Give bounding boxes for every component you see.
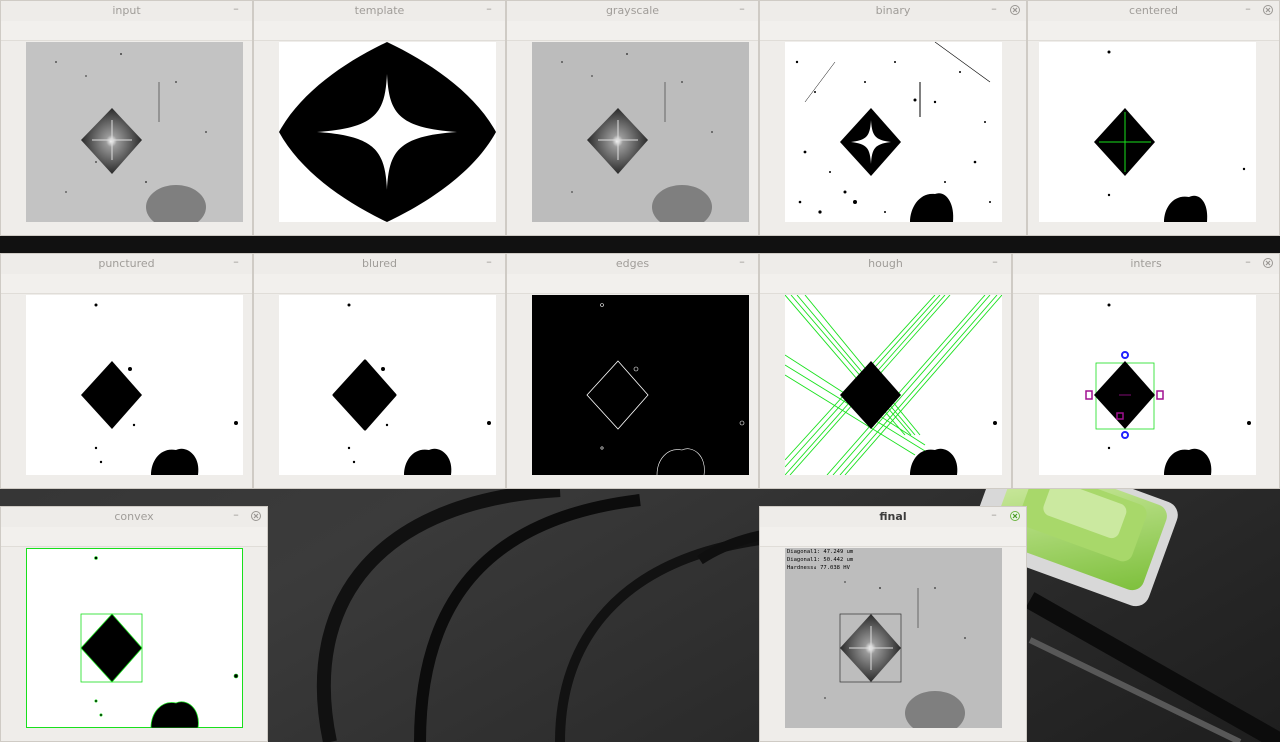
window-punctured[interactable]: punctured –	[0, 253, 253, 489]
window-toolbar	[1, 274, 252, 294]
window-titlebar[interactable]: grayscale –	[507, 1, 758, 22]
window-titlebar[interactable]: punctured –	[1, 254, 252, 275]
window-titlebar[interactable]: convex –	[1, 507, 267, 528]
window-centered[interactable]: centered –	[1027, 0, 1280, 236]
window-blured[interactable]: blured –	[253, 253, 506, 489]
desktop: input – template – grayscale – binary – …	[0, 0, 1280, 742]
image-view	[785, 42, 1002, 222]
image-view	[26, 295, 243, 475]
window-titlebar[interactable]: hough –	[760, 254, 1011, 275]
window-title: input	[112, 4, 141, 17]
window-titlebar[interactable]: centered –	[1028, 1, 1279, 22]
window-title: convex	[114, 510, 154, 523]
window-titlebar[interactable]: template –	[254, 1, 505, 22]
window-titlebar[interactable]: blured –	[254, 254, 505, 275]
image-view	[532, 295, 749, 475]
close-icon[interactable]	[251, 511, 261, 521]
window-toolbar	[760, 274, 1011, 294]
window-binary[interactable]: binary –	[759, 0, 1027, 236]
window-toolbar	[1013, 274, 1279, 294]
window-toolbar	[760, 21, 1026, 41]
close-icon[interactable]	[1010, 511, 1020, 521]
window-toolbar	[254, 274, 505, 294]
minimize-icon[interactable]: –	[230, 256, 242, 270]
window-titlebar[interactable]: binary –	[760, 1, 1026, 22]
window-title: binary	[875, 4, 911, 17]
minimize-icon[interactable]: –	[230, 3, 242, 17]
window-toolbar	[507, 21, 758, 41]
window-title: blured	[361, 257, 398, 270]
image-view	[26, 548, 243, 728]
minimize-icon[interactable]: –	[1242, 256, 1254, 270]
hardness-label: Hardness: 77.038 HV	[787, 565, 850, 571]
window-title: inters	[1130, 257, 1162, 270]
measurement-overlay: Diagonal1: 47.249 um Diagonal1: 50.442 u…	[787, 548, 853, 572]
window-titlebar[interactable]: inters –	[1013, 254, 1279, 275]
minimize-icon[interactable]: –	[989, 256, 1001, 270]
window-template[interactable]: template –	[253, 0, 506, 236]
minimize-icon[interactable]: –	[736, 3, 748, 17]
window-toolbar	[1, 527, 267, 547]
window-titlebar[interactable]: final –	[760, 507, 1026, 528]
close-icon[interactable]	[1263, 5, 1273, 15]
window-inters[interactable]: inters –	[1012, 253, 1280, 489]
window-title: template	[354, 4, 405, 17]
image-view: Diagonal1: 47.249 um Diagonal1: 50.442 u…	[785, 548, 1002, 728]
minimize-icon[interactable]: –	[483, 256, 495, 270]
window-title: punctured	[98, 257, 155, 270]
diagonal1-label: Diagonal1: 47.249 um	[787, 549, 854, 555]
window-toolbar	[254, 21, 505, 41]
window-convex[interactable]: convex –	[0, 506, 268, 742]
image-view	[785, 295, 1002, 475]
window-final[interactable]: final – Diagonal1: 47.249 um Diagonal1: …	[759, 506, 1027, 742]
image-view	[1039, 42, 1256, 222]
minimize-icon[interactable]: –	[230, 509, 242, 523]
window-edges[interactable]: edges –	[506, 253, 759, 489]
close-icon[interactable]	[1010, 5, 1020, 15]
window-input[interactable]: input –	[0, 0, 253, 236]
window-title: grayscale	[605, 4, 660, 17]
window-toolbar	[1, 21, 252, 41]
minimize-icon[interactable]: –	[988, 509, 1000, 523]
image-view	[279, 295, 496, 475]
diagonal2-label: Diagonal1: 50.442 um	[787, 557, 854, 563]
minimize-icon[interactable]: –	[483, 3, 495, 17]
window-title: edges	[615, 257, 650, 270]
image-view	[532, 42, 749, 222]
image-view	[26, 42, 243, 222]
window-titlebar[interactable]: edges –	[507, 254, 758, 275]
window-toolbar	[760, 527, 1026, 547]
minimize-icon[interactable]: –	[736, 256, 748, 270]
close-icon[interactable]	[1263, 258, 1273, 268]
minimize-icon[interactable]: –	[988, 3, 1000, 17]
image-view	[279, 42, 496, 222]
window-hough[interactable]: hough –	[759, 253, 1012, 489]
window-toolbar	[1028, 21, 1279, 41]
window-titlebar[interactable]: input –	[1, 1, 252, 22]
minimize-icon[interactable]: –	[1242, 3, 1254, 17]
window-title: final	[879, 510, 907, 523]
window-grayscale[interactable]: grayscale –	[506, 0, 759, 236]
window-title: hough	[868, 257, 903, 270]
window-toolbar	[507, 274, 758, 294]
image-view	[1039, 295, 1256, 475]
